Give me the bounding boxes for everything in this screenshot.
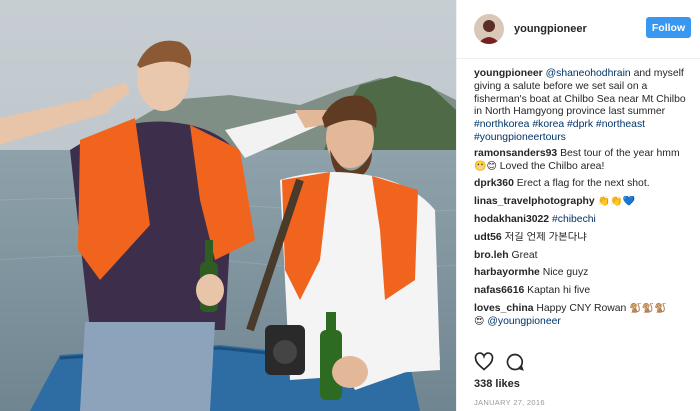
comment-text: Happy CNY Rowan — [536, 302, 627, 314]
comment-text: Erect a flag for the next shot. — [516, 178, 650, 190]
hashtag-link[interactable]: #northeast — [596, 119, 645, 130]
comment-text: 저길 언제 가본다냐 — [504, 231, 587, 243]
comment-mention[interactable]: @youngpioneer — [487, 316, 561, 327]
post-side-panel: youngpioneer Follow youngpioneer @shaneo… — [456, 0, 700, 411]
comment-item: bro.leh Great — [474, 250, 692, 263]
comment-item: udt56 저길 언제 가본다냐 — [474, 232, 692, 245]
comment-item: nafas6616 Kaptan hi five — [474, 285, 692, 298]
smile-emoji-icon: 😊 — [486, 160, 497, 172]
comment-hashtag[interactable]: #chibechi — [552, 214, 596, 225]
instagram-post: youngpioneer Follow youngpioneer @shaneo… — [0, 0, 700, 411]
follow-button[interactable]: Follow — [646, 17, 691, 38]
comment-item: ramonsanders93 Best tour of the year hmm… — [474, 148, 692, 174]
comment-username[interactable]: hodakhani3022 — [474, 214, 549, 225]
likes-count[interactable]: 338 likes — [474, 378, 520, 390]
comment-text: Nice guyz — [542, 267, 589, 279]
comment-text: Best tour of the year hmm — [560, 147, 680, 159]
clap-emoji-icon: 👏👏 — [597, 196, 623, 208]
header-username[interactable]: youngpioneer — [514, 23, 587, 35]
monkey-emoji-icon: 🐒🐒🐒 — [629, 302, 667, 314]
action-bar — [474, 352, 525, 372]
caption-mention[interactable]: @shaneohodhrain — [546, 68, 631, 79]
grimace-emoji-icon: 😬 — [474, 160, 487, 172]
photo-illustration — [0, 0, 456, 411]
comment-item: dprk360 Erect a flag for the next shot. — [474, 178, 692, 191]
heart-eyes-emoji-icon: 😍 — [474, 315, 485, 327]
post-header: youngpioneer Follow — [457, 0, 700, 59]
comment-item: hodakhani3022 #chibechi — [474, 214, 692, 227]
comment-username[interactable]: harbayormhe — [474, 267, 540, 278]
comment-text: Kaptan hi five — [527, 285, 591, 297]
comment-username[interactable]: dprk360 — [474, 178, 514, 189]
post-photo[interactable] — [0, 0, 456, 411]
comments-section: youngpioneer @shaneohodhrain and myself … — [474, 68, 692, 334]
comment-icon[interactable] — [505, 352, 525, 372]
hashtag-link[interactable]: #korea — [532, 119, 564, 130]
post-date[interactable]: JANUARY 27, 2016 — [474, 398, 545, 407]
hashtag-link[interactable]: #youngpioneertours — [474, 132, 566, 143]
caption: youngpioneer @shaneohodhrain and myself … — [474, 68, 692, 145]
hashtag-link[interactable]: #northkorea — [474, 119, 529, 130]
avatar[interactable] — [474, 14, 504, 44]
blue-heart-emoji-icon: 💙 — [622, 196, 635, 208]
comment-username[interactable]: nafas6616 — [474, 285, 524, 296]
hashtag-link[interactable]: #dprk — [567, 119, 593, 130]
comment-username[interactable]: ramonsanders93 — [474, 148, 557, 159]
comment-item: loves_china Happy CNY Rowan 🐒🐒🐒 😍 @young… — [474, 303, 692, 329]
comment-username[interactable]: loves_china — [474, 303, 534, 314]
comment-username[interactable]: linas_travelphotography — [474, 196, 595, 207]
comment-text: Loved the Chilbo area! — [499, 160, 605, 172]
comment-text: Great — [511, 249, 538, 261]
comment-username[interactable]: bro.leh — [474, 250, 509, 261]
avatar-image — [474, 14, 504, 44]
comment-item: linas_travelphotography 👏👏💙 — [474, 196, 692, 209]
comment-item: harbayormhe Nice guyz — [474, 267, 692, 280]
comment-username[interactable]: udt56 — [474, 232, 502, 243]
caption-username[interactable]: youngpioneer — [474, 68, 543, 79]
heart-icon[interactable] — [474, 352, 494, 372]
